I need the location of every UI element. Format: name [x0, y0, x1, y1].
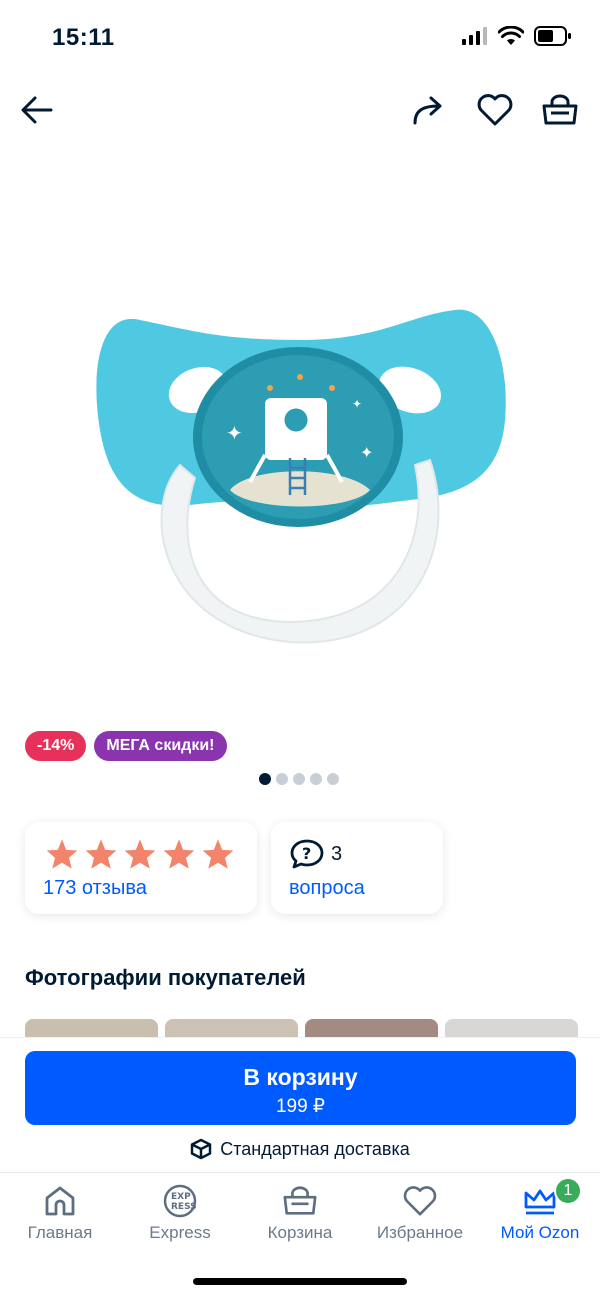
questions-count-row: ? 3: [289, 838, 342, 870]
notification-badge: 1: [554, 1177, 582, 1205]
tab-home[interactable]: Главная: [0, 1183, 120, 1247]
tab-label: Express: [149, 1223, 211, 1242]
gallery-dot[interactable]: [293, 773, 305, 785]
status-bar: 15:11: [0, 0, 600, 78]
star-icon: [85, 839, 117, 869]
cart-panel: В корзину 199 ₽ Стандартная доставка: [0, 1037, 600, 1172]
share-button[interactable]: [406, 88, 450, 132]
sparkle: ✦: [352, 397, 362, 411]
express-icon: EXP RESS: [163, 1184, 197, 1218]
share-icon: [413, 96, 442, 125]
tab-my-ozon[interactable]: Мой Ozon 1: [480, 1177, 600, 1247]
tab-favorites[interactable]: Избранное: [360, 1183, 480, 1247]
info-cards: 173 отзыва ? 3 вопроса: [25, 822, 443, 914]
gallery-dot[interactable]: [259, 773, 271, 785]
promo-badge[interactable]: МЕГА скидки!: [94, 731, 227, 761]
cart-button[interactable]: [538, 88, 582, 132]
gallery-dot[interactable]: [327, 773, 339, 785]
add-to-cart-label: В корзину: [243, 1064, 358, 1090]
sparkle: ✦: [360, 443, 373, 462]
arrow-left-icon: [21, 96, 53, 124]
discount-badge: -14%: [25, 731, 87, 761]
basket-icon: [542, 94, 578, 125]
home-icon: [45, 1186, 75, 1216]
gallery-dot[interactable]: [310, 773, 322, 785]
heart-icon: [403, 1186, 437, 1216]
svg-text:?: ?: [302, 844, 311, 863]
add-to-cart-button[interactable]: В корзину 199 ₽: [25, 1051, 576, 1125]
status-time: 15:11: [52, 24, 115, 51]
crown-icon: [524, 1189, 556, 1215]
svg-text:RESS: RESS: [171, 1202, 197, 1212]
tab-label: Мой Ozon: [500, 1223, 580, 1242]
tab-label: Избранное: [376, 1223, 464, 1242]
product-badges: -14% МЕГА скидки!: [25, 731, 227, 761]
wifi-icon: [498, 26, 524, 45]
tab-label: Корзина: [267, 1223, 333, 1242]
reviews-link[interactable]: 173 отзыва: [43, 877, 147, 900]
delivery-info[interactable]: Стандартная доставка: [0, 1138, 600, 1160]
price: 199 ₽: [275, 1096, 326, 1117]
star-icon: [124, 839, 156, 869]
star-icon: [46, 839, 78, 869]
star-icon: [163, 839, 195, 869]
gallery-pagination: [0, 773, 600, 785]
back-button[interactable]: [15, 88, 59, 132]
sparkle: ✦: [226, 421, 243, 445]
rating-stars: [45, 838, 235, 870]
customer-photos-title: Фотографии покупателей: [25, 965, 306, 990]
basket-icon: [283, 1186, 317, 1215]
questions-card[interactable]: ? 3 вопроса: [271, 822, 443, 914]
questions-count: 3: [331, 842, 343, 865]
astronaut-window: [281, 405, 311, 435]
signal-icon: [462, 27, 487, 45]
gallery-dot[interactable]: [276, 773, 288, 785]
heart-icon: [477, 94, 513, 126]
tab-cart[interactable]: Корзина: [240, 1183, 360, 1247]
star-dot: [329, 385, 335, 391]
top-nav: [0, 78, 600, 142]
delivery-label: Стандартная доставка: [220, 1138, 410, 1159]
status-icons: [462, 26, 572, 46]
svg-text:EXP: EXP: [171, 1192, 191, 1202]
box-icon: [191, 1138, 212, 1160]
questions-link[interactable]: вопроса: [289, 877, 365, 900]
tab-label: Главная: [27, 1223, 93, 1242]
tab-express[interactable]: EXP RESS Express: [120, 1183, 240, 1247]
battery-icon: [534, 26, 571, 46]
star-dot: [297, 374, 303, 380]
star-dot: [267, 385, 273, 391]
tab-bar: Главная EXP RESS Express Корзина Избранн…: [0, 1172, 600, 1297]
home-indicator: [193, 1278, 407, 1285]
favorite-button[interactable]: [473, 88, 517, 132]
product-image[interactable]: ✦ ✦ ✦: [80, 250, 520, 670]
question-bubble-icon: ?: [290, 839, 324, 869]
rating-card[interactable]: 173 отзыва: [25, 822, 257, 914]
star-icon: [202, 839, 234, 869]
